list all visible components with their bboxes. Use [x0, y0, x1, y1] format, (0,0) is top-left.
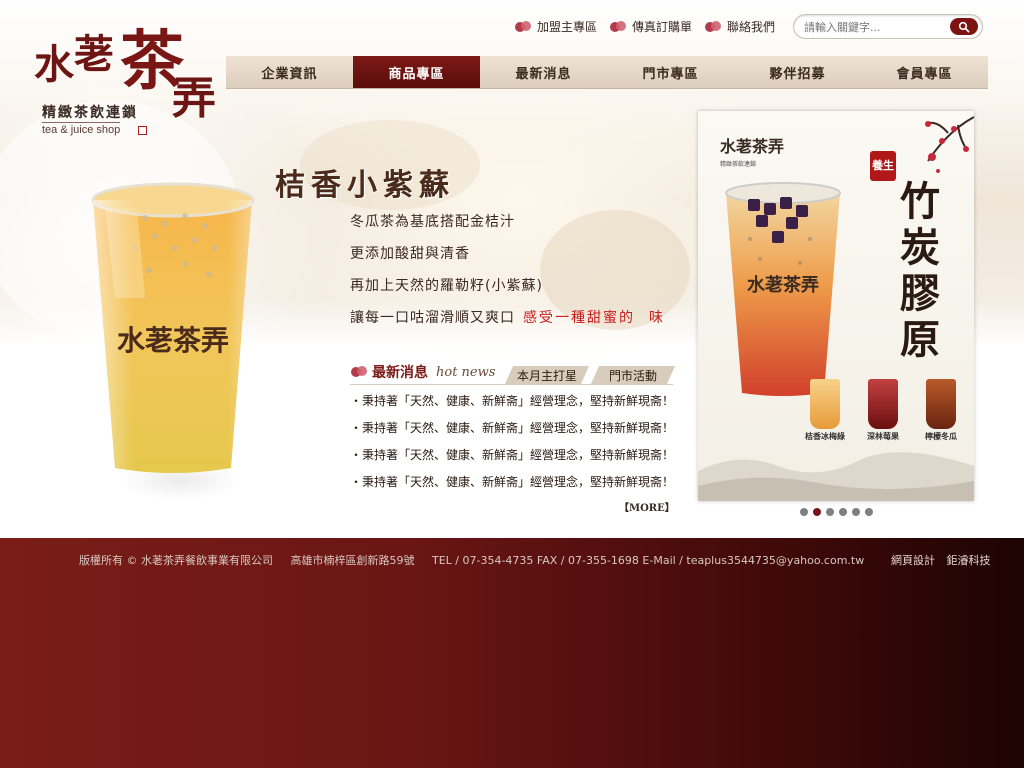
- news-item[interactable]: ・秉持著「天然、健康、新鮮斋」經營理念，堅持新鮮現斋！: [350, 474, 674, 501]
- poster-cup-image: 水荖茶弄: [725, 182, 841, 396]
- logo-char: 水: [34, 41, 74, 88]
- brand-logo[interactable]: 水 荖 茶 弄 精緻茶飲連鎖 tea & juice shop: [30, 10, 220, 140]
- nav-products[interactable]: 商品專區: [353, 56, 480, 88]
- carousel-dot[interactable]: [813, 508, 821, 516]
- logo-char: 弄: [172, 73, 216, 124]
- carousel-dot[interactable]: [839, 508, 847, 516]
- divider: [350, 384, 673, 385]
- carousel-dots: [800, 508, 873, 516]
- nav-stores[interactable]: 門市專區: [607, 56, 734, 88]
- tab-store-events[interactable]: 門市活動: [591, 366, 675, 384]
- carousel-dot[interactable]: [800, 508, 808, 516]
- main-nav: 企業資訊 商品專區 最新消息 門市專區 夥伴招募 會員專區: [226, 56, 988, 89]
- top-link-label: 傳真訂購單: [632, 20, 693, 34]
- search-box: [793, 14, 983, 39]
- promo-line-text: 讓每一口咕溜滑順又爽口: [350, 310, 515, 326]
- plum-blossom-decoration: [925, 116, 974, 173]
- footer-copyright: 版權所有 © 水荖茶弄餐飲事業有限公司: [79, 554, 273, 567]
- top-link-label: 聯絡我們: [727, 20, 776, 34]
- poster-logo-sub: 精緻茶飲連鎖: [720, 161, 757, 168]
- poster-badge: 養生: [870, 151, 896, 181]
- logo-subtitle: 精緻茶飲連鎖: [42, 105, 138, 121]
- product-cup-image: 水荖茶弄: [91, 182, 255, 473]
- poster-logo: 水荖茶弄 精緻茶飲連鎖: [720, 133, 784, 168]
- seal-icon: [138, 126, 147, 135]
- footer-contact: TEL / 07-354-4735 FAX / 07-355-1698 E-Ma…: [432, 554, 865, 567]
- top-link-label: 加盟主專區: [537, 20, 598, 34]
- nav-members[interactable]: 會員專區: [861, 56, 988, 88]
- news-title: 最新消息: [372, 365, 428, 381]
- fax-order-link[interactable]: 傳真訂購單: [609, 18, 692, 35]
- search-input[interactable]: [804, 19, 944, 35]
- nav-news[interactable]: 最新消息: [480, 56, 607, 88]
- footer-info: 版權所有 © 水荖茶弄餐飲事業有限公司 高雄市楠梓區創新路59號 TEL / 0…: [79, 552, 878, 568]
- footer-credit-label: 網頁設計: [891, 554, 935, 567]
- carousel-dot[interactable]: [852, 508, 860, 516]
- cup-logo: 水荖茶弄: [117, 324, 229, 357]
- ink-landscape-decoration: [698, 452, 974, 501]
- logo-char: 荖: [74, 31, 114, 78]
- promo-highlight-tail: 味: [649, 310, 665, 326]
- search-icon: [958, 21, 970, 33]
- news-header: 最新消息 hot news: [350, 362, 495, 382]
- news-item[interactable]: ・秉持著「天然、健康、新鮮斋」經營理念，堅持新鮮現斋！: [350, 447, 674, 474]
- tab-featured[interactable]: 本月主打星: [505, 366, 589, 384]
- nav-company[interactable]: 企業資訊: [226, 56, 353, 88]
- news-title-en: hot news: [436, 364, 496, 380]
- flower-icon: [609, 20, 627, 34]
- news-tabs: 本月主打星 門市活動: [505, 366, 677, 384]
- search-button[interactable]: [950, 18, 978, 35]
- nav-recruit[interactable]: 夥伴招募: [734, 56, 861, 88]
- carousel-dot[interactable]: [826, 508, 834, 516]
- promo-line: 更添加酸甜與清香: [350, 246, 470, 262]
- promo-line: 讓每一口咕溜滑順又爽口 感受一種甜蜜的味: [350, 307, 665, 327]
- promo-poster[interactable]: 水荖茶弄 精緻茶飲連鎖 水荖茶弄 養生 竹炭膠原 桔香冰梅綠 深林莓果 檸檬冬瓜: [698, 111, 974, 501]
- top-links: 加盟主專區 傳真訂購單 聯絡我們: [514, 18, 775, 35]
- promo-line: 冬瓜茶為基底搭配金桔汁: [350, 214, 515, 230]
- news-item[interactable]: ・秉持著「天然、健康、新鮮斋」經營理念，堅持新鮮現斋！: [350, 393, 674, 420]
- news-item[interactable]: ・秉持著「天然、健康、新鮮斋」經營理念，堅持新鮮現斋！: [350, 420, 674, 447]
- contact-link[interactable]: 聯絡我們: [704, 18, 775, 35]
- promo-highlight: 感受一種甜蜜的: [523, 310, 635, 326]
- franchise-link[interactable]: 加盟主專區: [514, 18, 597, 35]
- promo-line: 再加上天然的羅勒籽(小紫蘇): [350, 278, 543, 294]
- poster-logo-text: 水荖茶弄: [720, 137, 785, 156]
- footer-address: 高雄市楠梓區創新路59號: [290, 554, 415, 567]
- flower-icon: [350, 365, 368, 379]
- promo-title: 桔香小紫蘇: [275, 168, 455, 203]
- footer-credit-name: 鉅濬科技: [946, 554, 991, 567]
- carousel-dot[interactable]: [865, 508, 873, 516]
- news-list: ・秉持著「天然、健康、新鮮斋」經營理念，堅持新鮮現斋！ ・秉持著「天然、健康、新…: [350, 393, 674, 501]
- flower-icon: [514, 20, 532, 34]
- footer-band: [0, 538, 1024, 768]
- footer-credit[interactable]: 網頁設計 鉅濬科技: [883, 552, 991, 568]
- more-link[interactable]: 【MORE】: [619, 499, 675, 514]
- poster-title: 竹炭膠原: [900, 178, 940, 363]
- poster-cup-logo: 水荖茶弄: [747, 274, 819, 296]
- logo-tagline: tea & juice shop: [42, 122, 121, 136]
- flower-icon: [704, 20, 722, 34]
